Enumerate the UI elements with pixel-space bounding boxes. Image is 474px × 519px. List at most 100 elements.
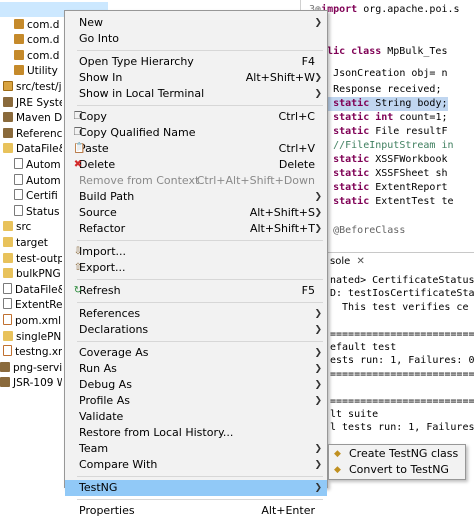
explorer-item-label: DataFile& <box>16 143 62 156</box>
explorer-item[interactable]: Status <box>14 204 59 220</box>
menu-item-new[interactable]: New ❯ <box>65 15 327 31</box>
chevron-right-icon: ❯ <box>314 396 322 406</box>
explorer-item[interactable]: Autom <box>14 173 61 189</box>
submenu-item-convert-to-testng[interactable]: ◆ Convert to TestNG <box>329 462 465 478</box>
console-line: l tests run: 1, Failures: <box>330 422 474 434</box>
menu-item-debug-as[interactable]: Debug As ❯ <box>65 377 327 393</box>
explorer-item[interactable]: com.d <box>14 33 59 48</box>
explorer-item[interactable]: DataFile& <box>3 282 62 298</box>
menu-item-refresh[interactable]: ↻ Refresh F5 <box>65 283 327 299</box>
menu-item-label: Declarations <box>79 323 149 336</box>
menu-item-go-into[interactable]: Go Into <box>65 31 327 47</box>
menu-item-delete[interactable]: ✖ Delete Delete <box>65 157 327 173</box>
menu-item-label: Profile As <box>79 394 130 407</box>
explorer-item[interactable]: Referenc <box>3 127 62 142</box>
explorer-item-label: src/test/j <box>16 81 62 93</box>
menu-item-label: Remove from Context <box>79 174 200 187</box>
menu-item-open-type-hierarchy[interactable]: Open Type Hierarchy F4 <box>65 54 327 70</box>
code-text: count=1; <box>393 112 448 123</box>
menu-item-shortcut: Alt+Enter <box>261 504 315 517</box>
explorer-item-label: Certifi <box>26 190 58 203</box>
copy-icon: ❐ <box>73 111 83 122</box>
menu-item-paste[interactable]: 📋 Paste Ctrl+V <box>65 141 327 157</box>
menu-item-label: ❐ Copy Qualified Name <box>73 126 196 139</box>
menu-item-label: 📋 Paste <box>73 142 109 155</box>
explorer-item[interactable]: JRE Syste <box>3 96 62 111</box>
chevron-right-icon: ❯ <box>314 380 322 390</box>
explorer-item[interactable]: target <box>3 236 48 251</box>
explorer-item[interactable]: Autom <box>14 158 61 173</box>
explorer-item[interactable]: com.d <box>14 18 59 33</box>
menu-item-properties[interactable]: Properties Alt+Enter <box>65 503 327 519</box>
explorer-item[interactable]: singlePN <box>3 330 61 345</box>
chevron-right-icon: ❯ <box>314 325 322 335</box>
menu-item-source[interactable]: Source Alt+Shift+S ❯ <box>65 205 327 221</box>
explorer-item[interactable]: bulkPNG <box>3 267 61 282</box>
menu-separator <box>77 279 323 280</box>
menu-item-copy[interactable]: ❐ Copy Ctrl+C <box>65 109 327 125</box>
submenu-item-create-testng-class[interactable]: ◆ Create TestNG class <box>329 446 465 462</box>
menu-item-refactor[interactable]: Refactor Alt+Shift+T ❯ <box>65 221 327 237</box>
close-icon[interactable]: ✕ <box>356 256 364 267</box>
explorer-item[interactable]: Certifi <box>14 189 58 204</box>
console-tab[interactable]: sole ✕ <box>330 253 365 271</box>
explorer-item[interactable]: com.d <box>14 49 59 64</box>
menu-item-remove-from-context: Remove from Context Ctrl+Alt+Shift+Down <box>65 173 327 189</box>
menu-item-coverage-as[interactable]: Coverage As ❯ <box>65 345 327 361</box>
explorer-item-label: Autom <box>26 174 61 187</box>
console-line: ests run: 1, Failures: 0 <box>330 355 474 367</box>
chevron-right-icon: ❯ <box>314 444 322 454</box>
code-keyword: static <box>333 98 370 109</box>
explorer-item[interactable]: Utility <box>14 64 58 79</box>
code-text: XSSFWorkbook <box>369 154 448 165</box>
menu-item-restore-from-local-history[interactable]: Restore from Local History... <box>65 425 327 441</box>
menu-item-team[interactable]: Team ❯ <box>65 441 327 457</box>
code-line: static XSSFWorkbook <box>309 153 448 167</box>
menu-item-validate[interactable]: Validate <box>65 409 327 425</box>
explorer-item[interactable]: DataFile& <box>3 142 62 157</box>
menu-item-build-path[interactable]: Build Path ❯ <box>65 189 327 205</box>
menu-item-label: Build Path <box>79 190 135 203</box>
menu-item-label: Refactor <box>79 222 126 235</box>
explorer-item[interactable]: src <box>3 220 31 235</box>
explorer-item-label: JRE Syste <box>16 96 62 109</box>
explorer-item[interactable]: src/test/j <box>3 80 62 95</box>
chevron-right-icon: ❯ <box>314 73 322 83</box>
menu-item-profile-as[interactable]: Profile As ❯ <box>65 393 327 409</box>
explorer-item[interactable]: testng.xn <box>3 345 62 360</box>
menu-item-shortcut: Alt+Shift+T <box>249 222 315 235</box>
explorer-item[interactable]: test-outp <box>3 252 62 267</box>
chevron-right-icon: ❯ <box>314 208 322 218</box>
paste-icon: 📋 <box>73 143 86 154</box>
menu-item-export[interactable]: ⇧ Export... <box>65 260 327 276</box>
menu-item-show-in[interactable]: Show In Alt+Shift+W ❯ <box>65 70 327 86</box>
menu-item-declarations[interactable]: Declarations ❯ <box>65 322 327 338</box>
menu-item-show-in-local-terminal[interactable]: Show in Local Terminal ❯ <box>65 86 327 102</box>
explorer-item[interactable]: png-servic <box>0 361 62 376</box>
menu-separator <box>77 302 323 303</box>
explorer-item[interactable]: pom.xml <box>3 314 61 329</box>
menu-item-shortcut: F5 <box>301 284 315 297</box>
library-icon <box>3 96 13 107</box>
code-text: org.apache.poi.s <box>357 4 460 15</box>
explorer-item[interactable]: ExtentRe <box>3 298 62 313</box>
menu-item-import[interactable]: ⇩ Import... <box>65 244 327 260</box>
chevron-right-icon: ❯ <box>314 348 322 358</box>
chevron-right-icon: ❯ <box>314 460 322 470</box>
menu-item-references[interactable]: References ❯ <box>65 306 327 322</box>
menu-separator <box>77 476 323 477</box>
menu-item-shortcut: Alt+Shift+S <box>249 206 315 219</box>
explorer-item-label: bulkPNG <box>16 268 61 281</box>
project-icon <box>0 361 10 372</box>
explorer-item[interactable]: JSR-109 We <box>0 376 62 391</box>
file-icon <box>3 282 12 294</box>
explorer-item-label: Utility <box>27 65 58 78</box>
menu-item-testng[interactable]: TestNG ❯ <box>65 480 327 496</box>
menu-item-copy-qualified-name[interactable]: ❐ Copy Qualified Name <box>65 125 327 141</box>
code-text: ExtentTest te <box>369 196 454 207</box>
code-keyword: static <box>333 182 370 193</box>
menu-item-run-as[interactable]: Run As ❯ <box>65 361 327 377</box>
explorer-item[interactable]: Maven D <box>3 111 62 126</box>
folder-icon <box>3 237 13 247</box>
menu-item-compare-with[interactable]: Compare With ❯ <box>65 457 327 473</box>
